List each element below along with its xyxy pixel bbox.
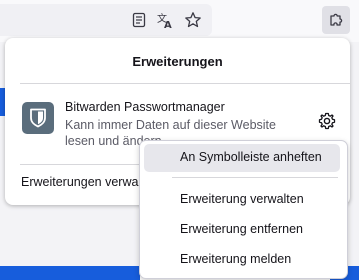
reader-view-icon[interactable] <box>129 10 149 30</box>
gear-icon[interactable] <box>318 112 336 130</box>
svg-text:A: A <box>164 20 172 29</box>
browser-toolbar: 文 A <box>0 0 359 42</box>
star-icon[interactable] <box>183 10 203 30</box>
extensions-button[interactable] <box>322 6 350 34</box>
menu-item-manage-extension[interactable]: Erweiterung verwalten <box>140 186 347 214</box>
translate-icon[interactable]: 文 A <box>155 10 175 30</box>
manage-extensions-link[interactable]: Erweiterungen verwalten <box>21 175 159 189</box>
url-bar[interactable] <box>0 4 212 36</box>
menu-item-remove-extension[interactable]: Erweiterung entfernen <box>140 216 347 244</box>
menu-item-label: An Symbolleiste anheften <box>180 150 322 164</box>
menu-item-label: Erweiterung entfernen <box>180 222 303 236</box>
menu-separator <box>172 177 338 178</box>
menu-item-report-extension[interactable]: Erweiterung melden <box>140 246 347 274</box>
bitwarden-shield-icon[interactable] <box>22 102 54 134</box>
menu-item-label: Erweiterung melden <box>180 252 292 266</box>
extension-name[interactable]: Bitwarden Passwortmanager <box>65 100 225 114</box>
menu-item-pin-to-toolbar[interactable]: An Symbolleiste anheften <box>140 144 347 172</box>
divider <box>20 83 350 84</box>
panel-title: Erweiterungen <box>132 54 223 69</box>
extension-context-menu: An Symbolleiste anheften Erweiterung ver… <box>139 140 348 279</box>
puzzle-icon <box>330 13 343 26</box>
menu-item-label: Erweiterung verwalten <box>180 192 304 206</box>
divider <box>20 164 140 165</box>
